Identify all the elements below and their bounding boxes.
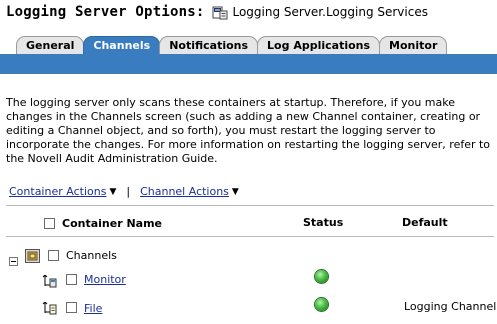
page-header: Logging Server Options: Logging Server.L… [6, 1, 428, 23]
action-bar: Container Actions ▼ | Channel Actions ▼ [9, 185, 239, 198]
tab-band [0, 54, 497, 74]
row-checkbox-file[interactable] [66, 302, 77, 313]
divider [6, 205, 494, 206]
tab-general[interactable]: General [16, 36, 85, 54]
column-header-default: Default [402, 216, 448, 229]
status-ok-icon [315, 298, 328, 311]
channels-container-checkbox[interactable] [48, 250, 59, 261]
server-icon [212, 5, 228, 20]
chevron-down-icon[interactable]: ▼ [109, 187, 116, 197]
status-ok-icon [315, 270, 328, 283]
channel-actions-link[interactable]: Channel Actions [140, 185, 229, 198]
container-icon [25, 248, 40, 263]
container-actions-link[interactable]: Container Actions [9, 185, 106, 198]
default-channel-label: Logging Channel [404, 300, 497, 313]
column-header-name: Container Name [62, 217, 163, 230]
tab-log-applications[interactable]: Log Applications [257, 36, 381, 54]
divider [6, 236, 494, 237]
tab-bar: General Channels Notifications Log Appli… [16, 36, 448, 54]
channel-link-monitor[interactable]: Monitor [84, 273, 126, 286]
chevron-down-icon[interactable]: ▼ [232, 187, 239, 197]
collapse-minus-icon[interactable] [9, 251, 18, 266]
row-checkbox-monitor[interactable] [66, 274, 77, 285]
tab-channels[interactable]: Channels [83, 36, 161, 54]
object-name: Logging Server.Logging Services [232, 5, 428, 19]
container-name: Channels [66, 249, 117, 262]
tab-monitor[interactable]: Monitor [379, 36, 448, 54]
tab-notifications[interactable]: Notifications [159, 36, 259, 54]
channel-icon [42, 273, 58, 288]
page-title: Logging Server Options: [6, 4, 205, 20]
channel-icon [42, 300, 58, 315]
description-text: The logging server only scans these cont… [6, 96, 491, 165]
column-header-status: Status [303, 216, 344, 229]
select-all-checkbox[interactable] [44, 218, 55, 229]
channel-link-file[interactable]: File [84, 302, 102, 315]
action-separator: | [126, 185, 131, 198]
